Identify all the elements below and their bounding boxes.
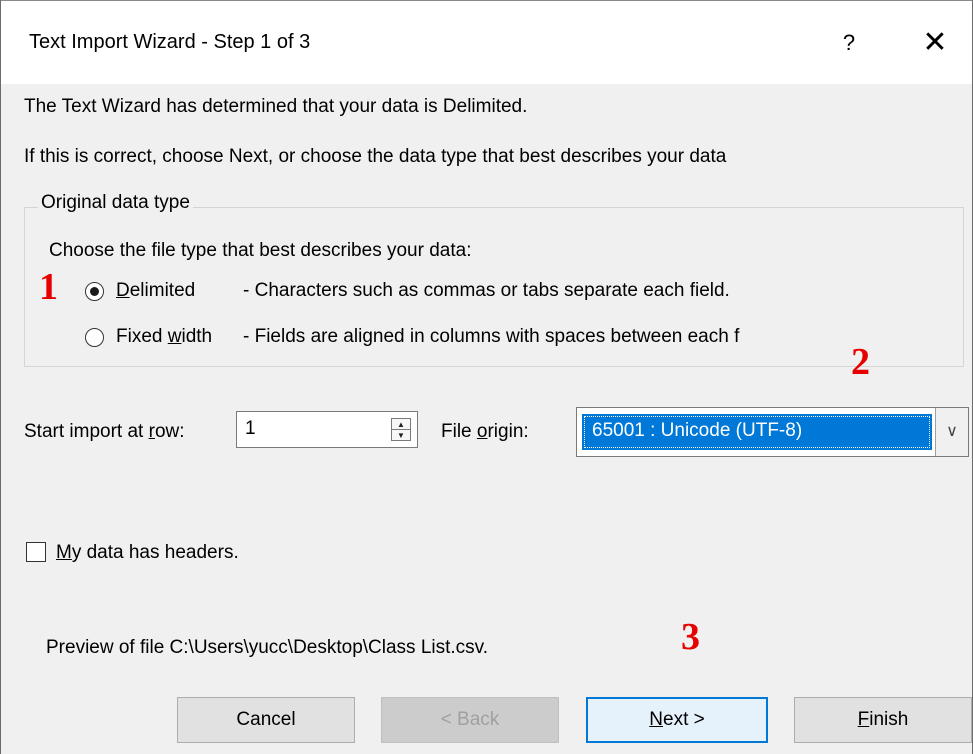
spin-down-icon[interactable]: ▼ [392, 430, 410, 441]
delimited-description: - Characters such as commas or tabs sepa… [243, 280, 730, 301]
next-key: N [649, 709, 663, 730]
start-row-value: 1 [245, 418, 256, 439]
fixed-width-label-post: idth [181, 326, 213, 347]
start-row-label: Start import at row: [24, 421, 185, 443]
intro-line-2: If this is correct, choose Next, or choo… [24, 146, 727, 167]
next-button[interactable]: Next > [586, 697, 768, 743]
delimited-radio[interactable] [85, 282, 104, 301]
next-post: ext > [663, 709, 705, 730]
text-import-wizard-dialog: Text Import Wizard - Step 1 of 3 ? ✕ The… [0, 0, 973, 754]
annotation-marker-1: 1 [39, 266, 58, 308]
headers-checkbox[interactable] [26, 542, 46, 562]
file-origin-label-pre: File [441, 421, 477, 442]
file-origin-label-post: rigin: [487, 421, 529, 442]
file-origin-select[interactable]: 65001 : Unicode (UTF-8) ∨ [576, 407, 969, 457]
finish-button[interactable]: Finish [794, 697, 972, 743]
fixed-width-label[interactable]: Fixed width [116, 326, 212, 348]
headers-checkbox-label[interactable]: My data has headers. [56, 542, 239, 564]
file-type-prompt: Choose the file type that best describes… [49, 240, 472, 261]
fixed-width-radio[interactable] [85, 328, 104, 347]
finish-post: inish [869, 709, 909, 730]
back-button[interactable]: < Back [381, 697, 559, 743]
cancel-button[interactable]: Cancel [177, 697, 355, 743]
help-button[interactable]: ? [829, 19, 869, 67]
preview-file-label: Preview of file C:\Users\yucc\Desktop\Cl… [46, 637, 489, 658]
chevron-down-icon[interactable]: ∨ [935, 408, 968, 456]
file-origin-label-key: o [476, 421, 488, 442]
start-row-spinner[interactable]: ▲ ▼ [391, 418, 411, 441]
spin-up-icon[interactable]: ▲ [392, 419, 410, 430]
annotation-marker-3: 3 [681, 616, 700, 658]
start-row-input[interactable]: 1 ▲ ▼ [236, 411, 418, 448]
title-bar: Text Import Wizard - Step 1 of 3 ? ✕ [1, 0, 972, 84]
delimited-label-post: elimited [129, 280, 196, 301]
annotation-marker-2: 2 [851, 341, 870, 383]
delimited-label-key: D [116, 280, 130, 301]
start-row-label-post: ow: [154, 421, 185, 442]
dialog-title: Text Import Wizard - Step 1 of 3 [29, 31, 311, 53]
fixed-width-label-pre: Fixed [116, 326, 168, 347]
file-origin-label: File origin: [441, 421, 529, 443]
original-data-type-legend: Original data type [38, 192, 193, 214]
fixed-width-label-key: w [167, 326, 182, 347]
close-button[interactable]: ✕ [913, 19, 957, 67]
headers-label-post: y data has headers. [71, 542, 239, 563]
headers-label-key: M [56, 542, 72, 563]
fixed-width-description: - Fields are aligned in columns with spa… [243, 326, 740, 347]
intro-line-1: The Text Wizard has determined that your… [24, 96, 528, 117]
file-origin-selected-value: 65001 : Unicode (UTF-8) [582, 414, 932, 450]
delimited-label[interactable]: Delimited [116, 280, 195, 302]
start-row-label-pre: Start import at [24, 421, 149, 442]
finish-key: F [857, 709, 870, 730]
